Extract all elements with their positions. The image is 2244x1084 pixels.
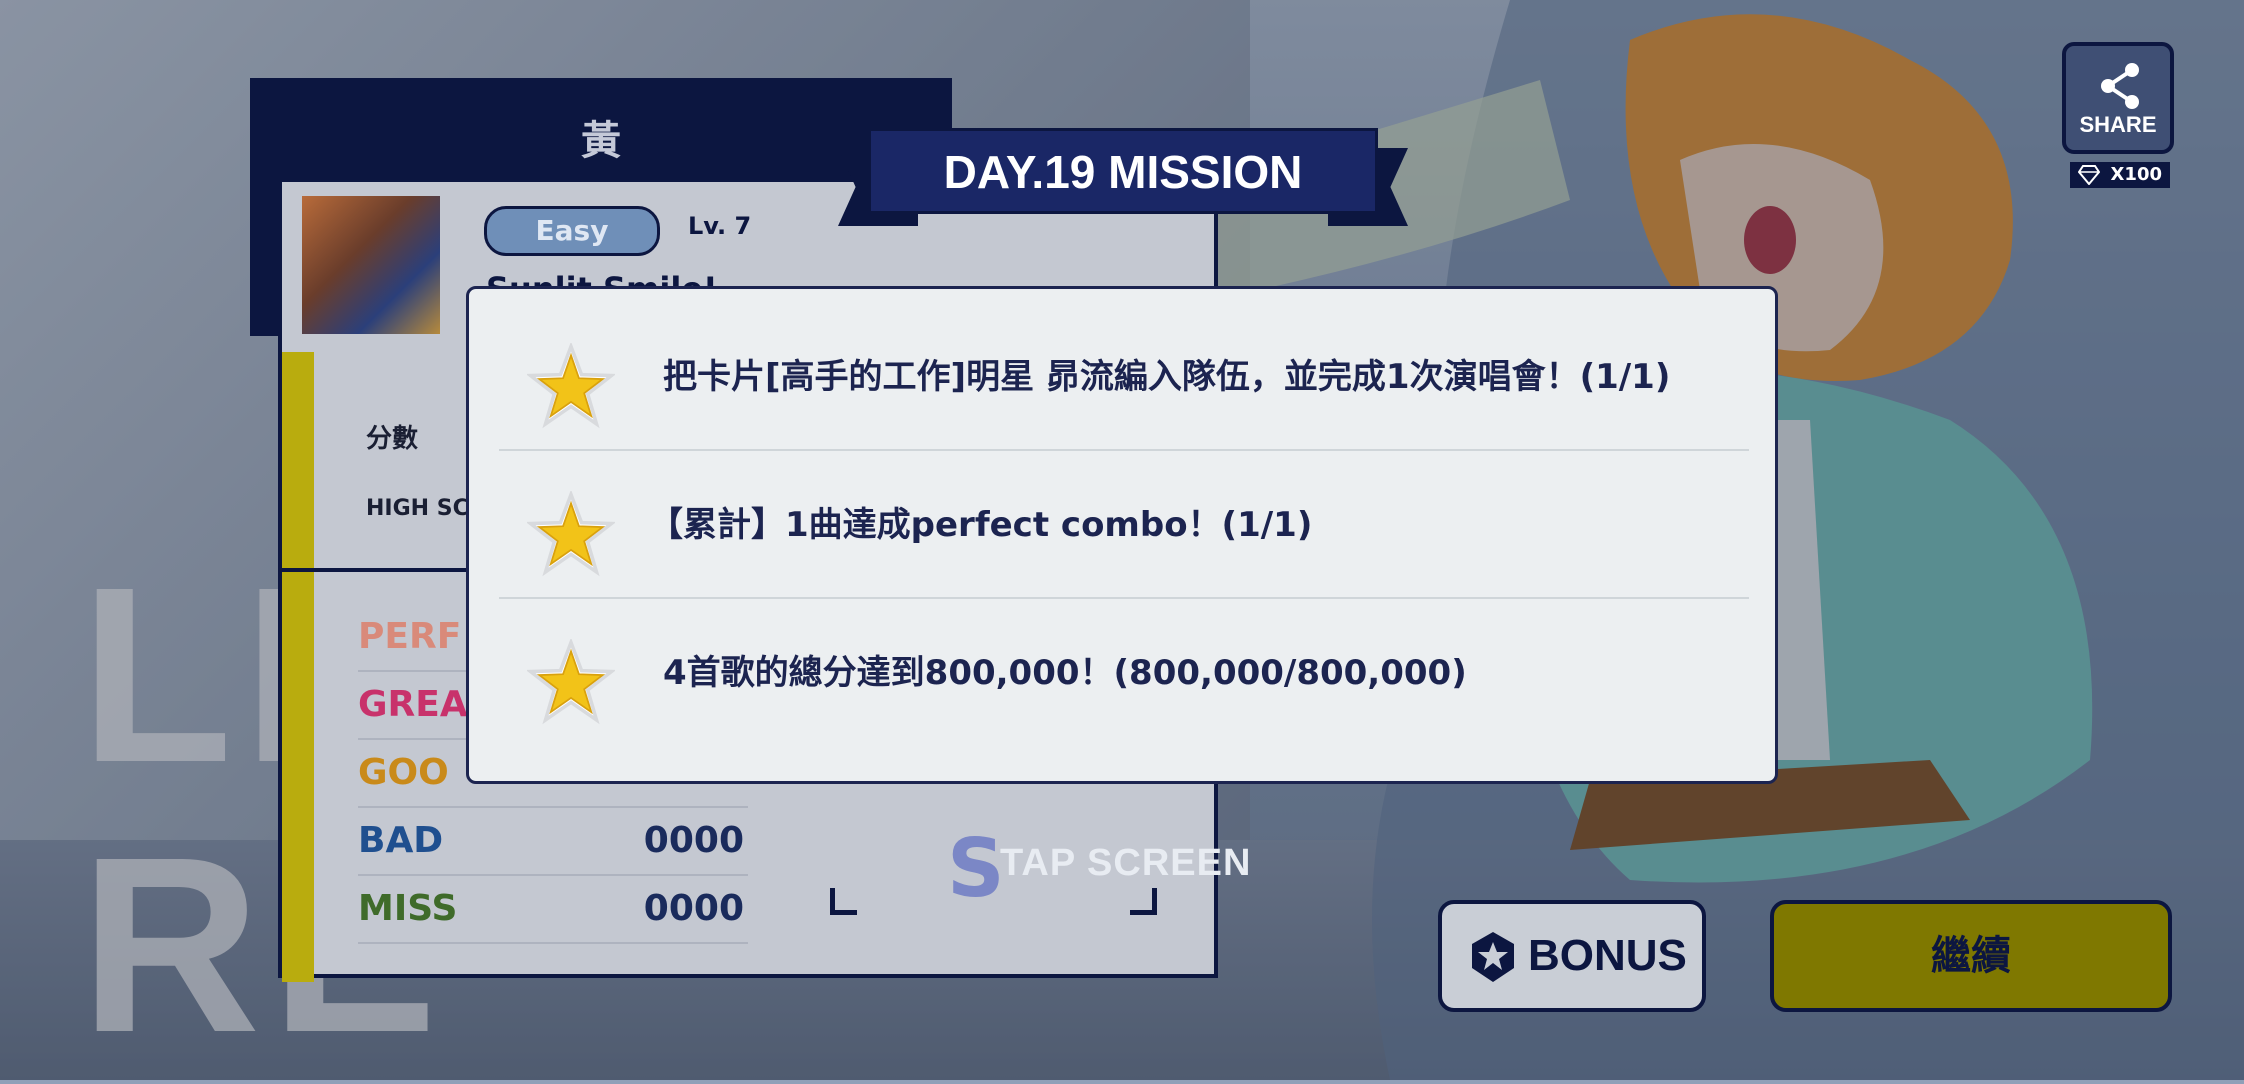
- star-icon: [527, 639, 615, 725]
- judgement-name: BAD: [358, 820, 444, 861]
- mission-item-text: 4首歌的總分達到800,000！(800,000/800,000): [663, 653, 1467, 693]
- rank-letter: S: [947, 822, 1005, 915]
- judgement-row-bad: BAD 0000: [358, 806, 748, 876]
- mission-item: 4首歌的總分達到800,000！(800,000/800,000): [499, 599, 1749, 747]
- bonus-button[interactable]: BONUS: [1438, 900, 1706, 1012]
- mission-banner-title: DAY.19 MISSION: [868, 128, 1378, 214]
- judgement-value: 0000: [643, 888, 744, 929]
- frame-corner-left: [830, 888, 857, 915]
- share-icon: [2101, 63, 2139, 109]
- judgement-row-miss: MISS 0000: [358, 874, 748, 944]
- gem-reward-count: X100: [2070, 162, 2170, 188]
- frame-corner-right: [1130, 888, 1157, 915]
- share-button-label: SHARE: [2079, 112, 2157, 137]
- difficulty-badge: Easy: [484, 206, 660, 256]
- mission-item-text: 把卡片[高手的工作]明星 昴流編入隊伍，並完成1次演唱會！(1/1): [663, 357, 1671, 397]
- bonus-button-label: BONUS: [1528, 931, 1687, 980]
- mission-item: 【累計】1曲達成perfect combo！(1/1): [499, 451, 1749, 599]
- mission-modal[interactable]: 把卡片[高手的工作]明星 昴流編入隊伍，並完成1次演唱會！(1/1) 【累計】1…: [466, 286, 1778, 784]
- judgement-value: 0000: [643, 820, 744, 861]
- attribute-color-bar: [282, 352, 314, 982]
- judgement-name: PERF: [358, 616, 462, 657]
- bonus-badge-icon: [1472, 932, 1514, 982]
- song-level: Lv. 7: [688, 212, 752, 240]
- diamond-icon: [2078, 165, 2100, 185]
- tap-screen-prompt[interactable]: TAP SCREEN: [1000, 842, 1251, 885]
- continue-button[interactable]: 繼續: [1770, 900, 2172, 1012]
- share-button[interactable]: SHARE: [2062, 42, 2174, 154]
- judgement-name: GREA: [358, 684, 468, 725]
- judgement-name: MISS: [358, 888, 458, 929]
- score-label: 分數: [366, 424, 419, 454]
- song-jacket-image: [302, 196, 440, 334]
- mission-banner: DAY.19 MISSION: [838, 128, 1408, 226]
- star-icon: [527, 343, 615, 429]
- judgement-name: GOO: [358, 752, 449, 793]
- star-icon: [527, 491, 615, 577]
- mission-item-text: 【累計】1曲達成perfect combo！(1/1): [649, 505, 1313, 545]
- mission-item: 把卡片[高手的工作]明星 昴流編入隊伍，並完成1次演唱會！(1/1): [499, 303, 1749, 451]
- gem-count-text: X100: [2110, 164, 2162, 185]
